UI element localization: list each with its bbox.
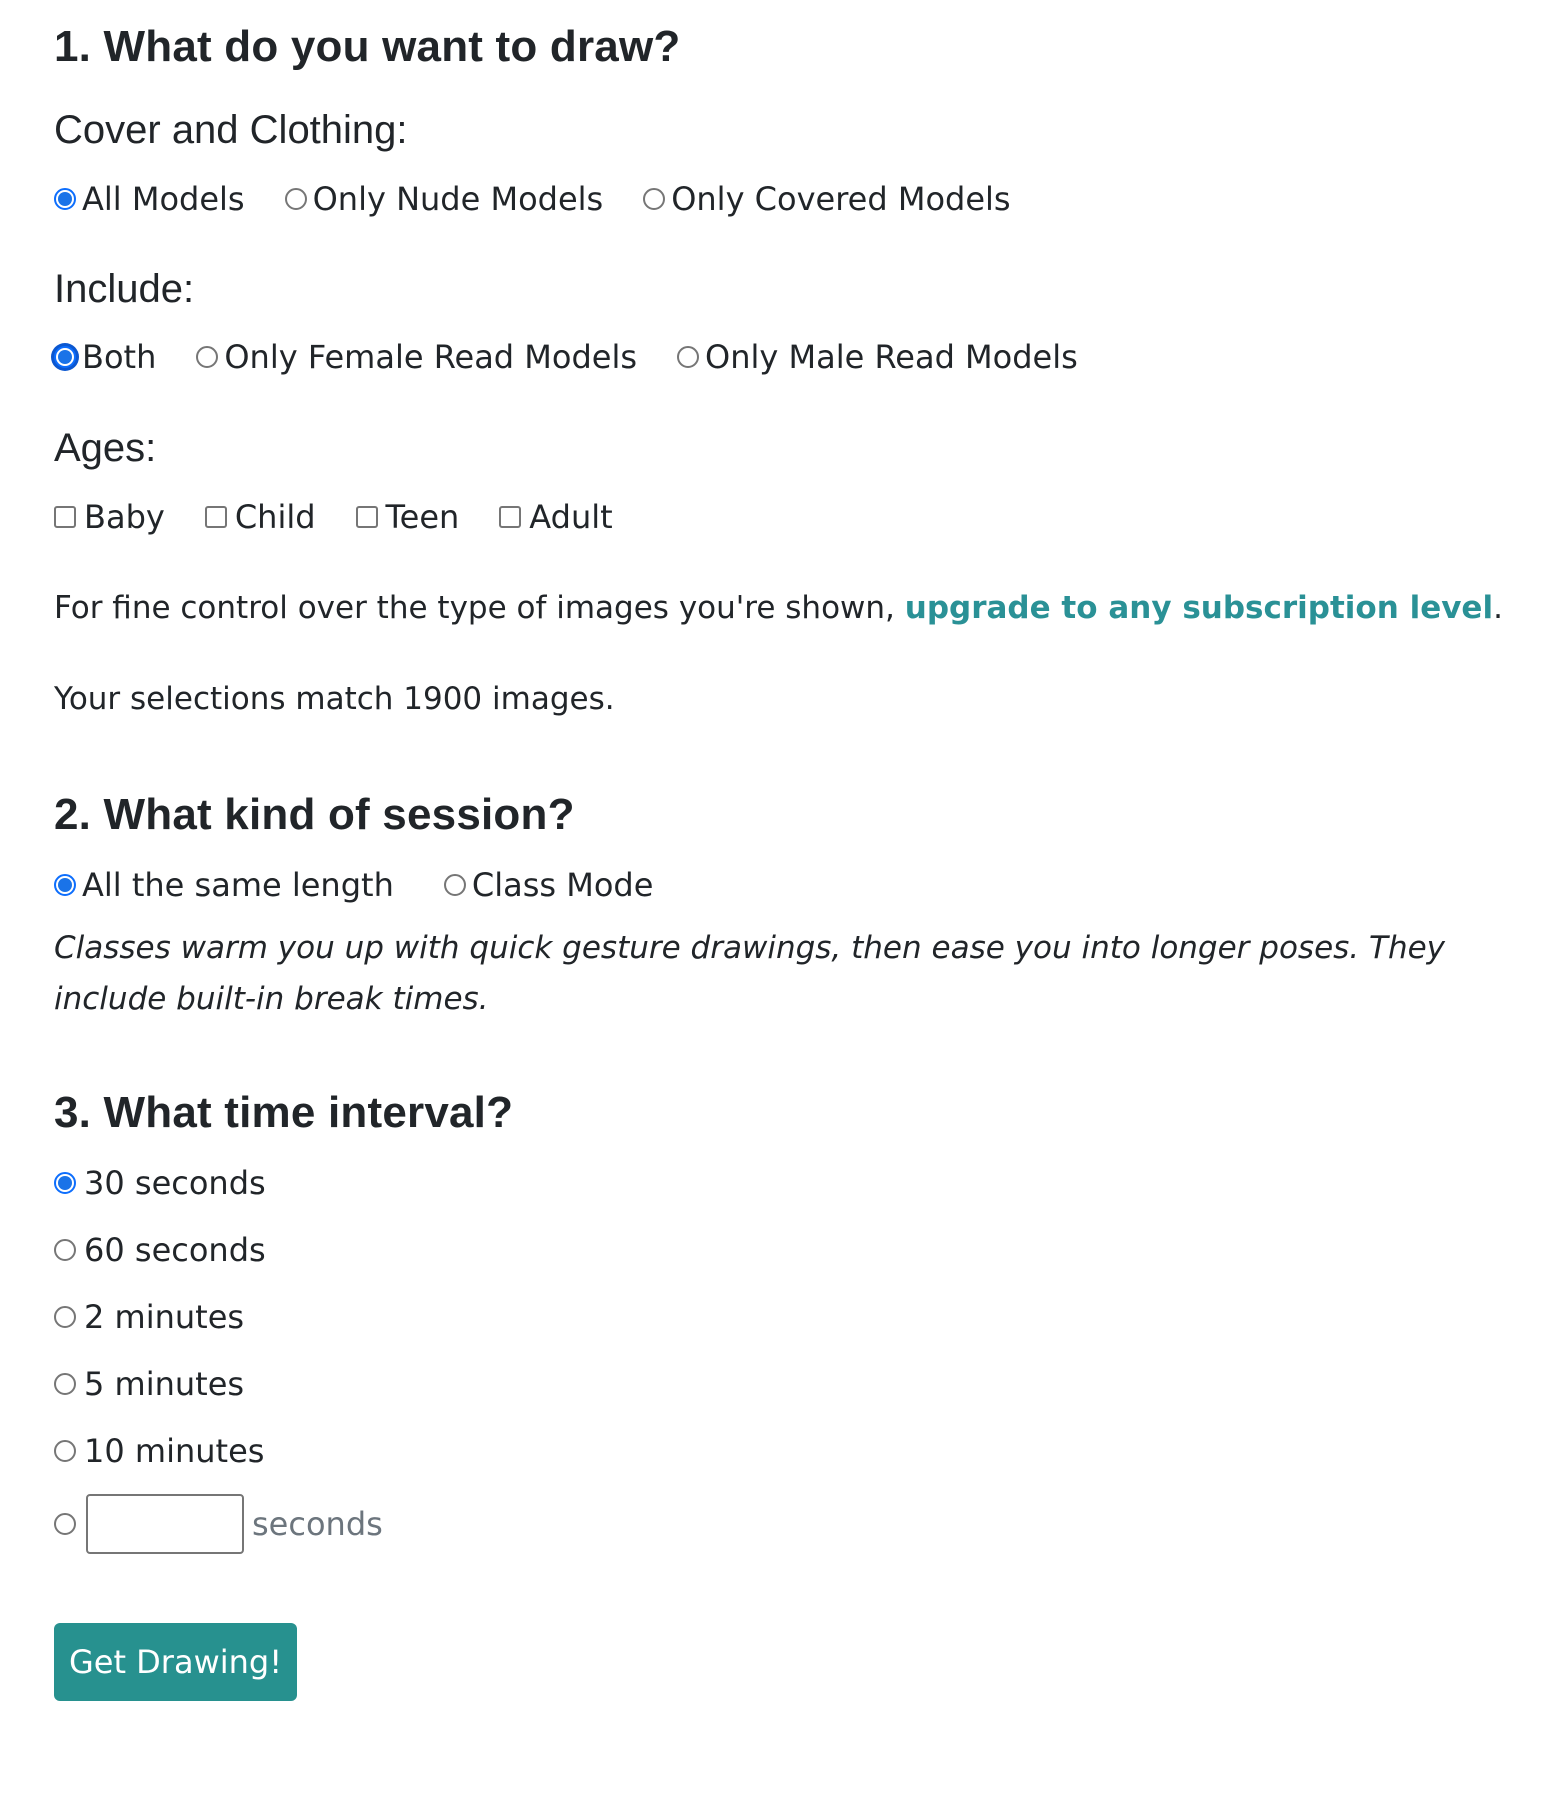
radio-icon[interactable] (196, 346, 219, 368)
include-label: Include: (54, 267, 195, 311)
radio-icon[interactable] (284, 188, 307, 210)
get-drawing-button[interactable]: Get Drawing! (54, 1623, 297, 1701)
radio-icon[interactable] (54, 1239, 76, 1261)
section1-heading: 1. What do you want to draw? (54, 22, 681, 71)
upsell-text: For fine control over the type of images… (54, 590, 1503, 626)
session-radio-group: All the same length Class Mode (54, 866, 693, 904)
cover-option-all[interactable]: All Models (54, 180, 245, 218)
age-option-adult[interactable]: Adult (499, 498, 613, 536)
upgrade-link[interactable]: upgrade to any subscription level (905, 590, 1493, 626)
custom-seconds-input[interactable] (86, 1494, 244, 1554)
checkbox-icon[interactable] (204, 506, 227, 528)
radio-icon[interactable] (54, 1513, 76, 1535)
custom-seconds-unit: seconds (252, 1505, 383, 1543)
radio-icon[interactable] (677, 346, 700, 368)
checkbox-icon[interactable] (499, 506, 522, 528)
ages-checkbox-group: Baby Child Teen Adult (54, 498, 653, 536)
cover-radio-group: All Models Only Nude Models Only Covered… (54, 180, 1051, 218)
checkbox-icon[interactable] (355, 506, 378, 528)
section2-heading: 2. What kind of session? (54, 790, 575, 839)
interval-option-2m[interactable]: 2 minutes (54, 1298, 244, 1336)
radio-icon[interactable] (443, 874, 466, 896)
radio-checked-icon[interactable] (54, 188, 76, 210)
include-option-female[interactable]: Only Female Read Models (196, 338, 637, 376)
radio-checked-icon[interactable] (54, 874, 76, 896)
radio-icon[interactable] (54, 1306, 76, 1328)
interval-option-5m[interactable]: 5 minutes (54, 1365, 244, 1403)
ages-label: Ages: (54, 426, 157, 470)
include-option-both[interactable]: Both (54, 338, 156, 376)
interval-option-custom: seconds (54, 1494, 383, 1554)
include-option-male[interactable]: Only Male Read Models (677, 338, 1078, 376)
cover-label: Cover and Clothing: (54, 108, 408, 152)
age-option-teen[interactable]: Teen (355, 498, 459, 536)
radio-icon[interactable] (54, 1373, 76, 1395)
match-count-text: Your selections match 1900 images. (54, 681, 615, 717)
include-radio-group: Both Only Female Read Models Only Male R… (54, 338, 1118, 376)
age-option-child[interactable]: Child (204, 498, 316, 536)
section3-heading: 3. What time interval? (54, 1088, 514, 1137)
class-mode-description: Classes warm you up with quick gesture d… (54, 930, 1446, 1017)
radio-checked-icon[interactable] (54, 1172, 76, 1194)
age-option-baby[interactable]: Baby (54, 498, 165, 536)
radio-icon[interactable] (643, 188, 666, 210)
session-option-same-length[interactable]: All the same length (54, 866, 394, 904)
cover-option-nude[interactable]: Only Nude Models (284, 180, 603, 218)
cover-option-covered[interactable]: Only Covered Models (643, 180, 1011, 218)
radio-icon[interactable] (54, 1440, 76, 1462)
interval-option-30s[interactable]: 30 seconds (54, 1164, 266, 1202)
interval-option-60s[interactable]: 60 seconds (54, 1231, 266, 1269)
session-option-class-mode[interactable]: Class Mode (443, 866, 653, 904)
interval-option-10m[interactable]: 10 minutes (54, 1432, 264, 1470)
checkbox-icon[interactable] (54, 506, 76, 528)
radio-checked-icon[interactable] (54, 346, 76, 368)
